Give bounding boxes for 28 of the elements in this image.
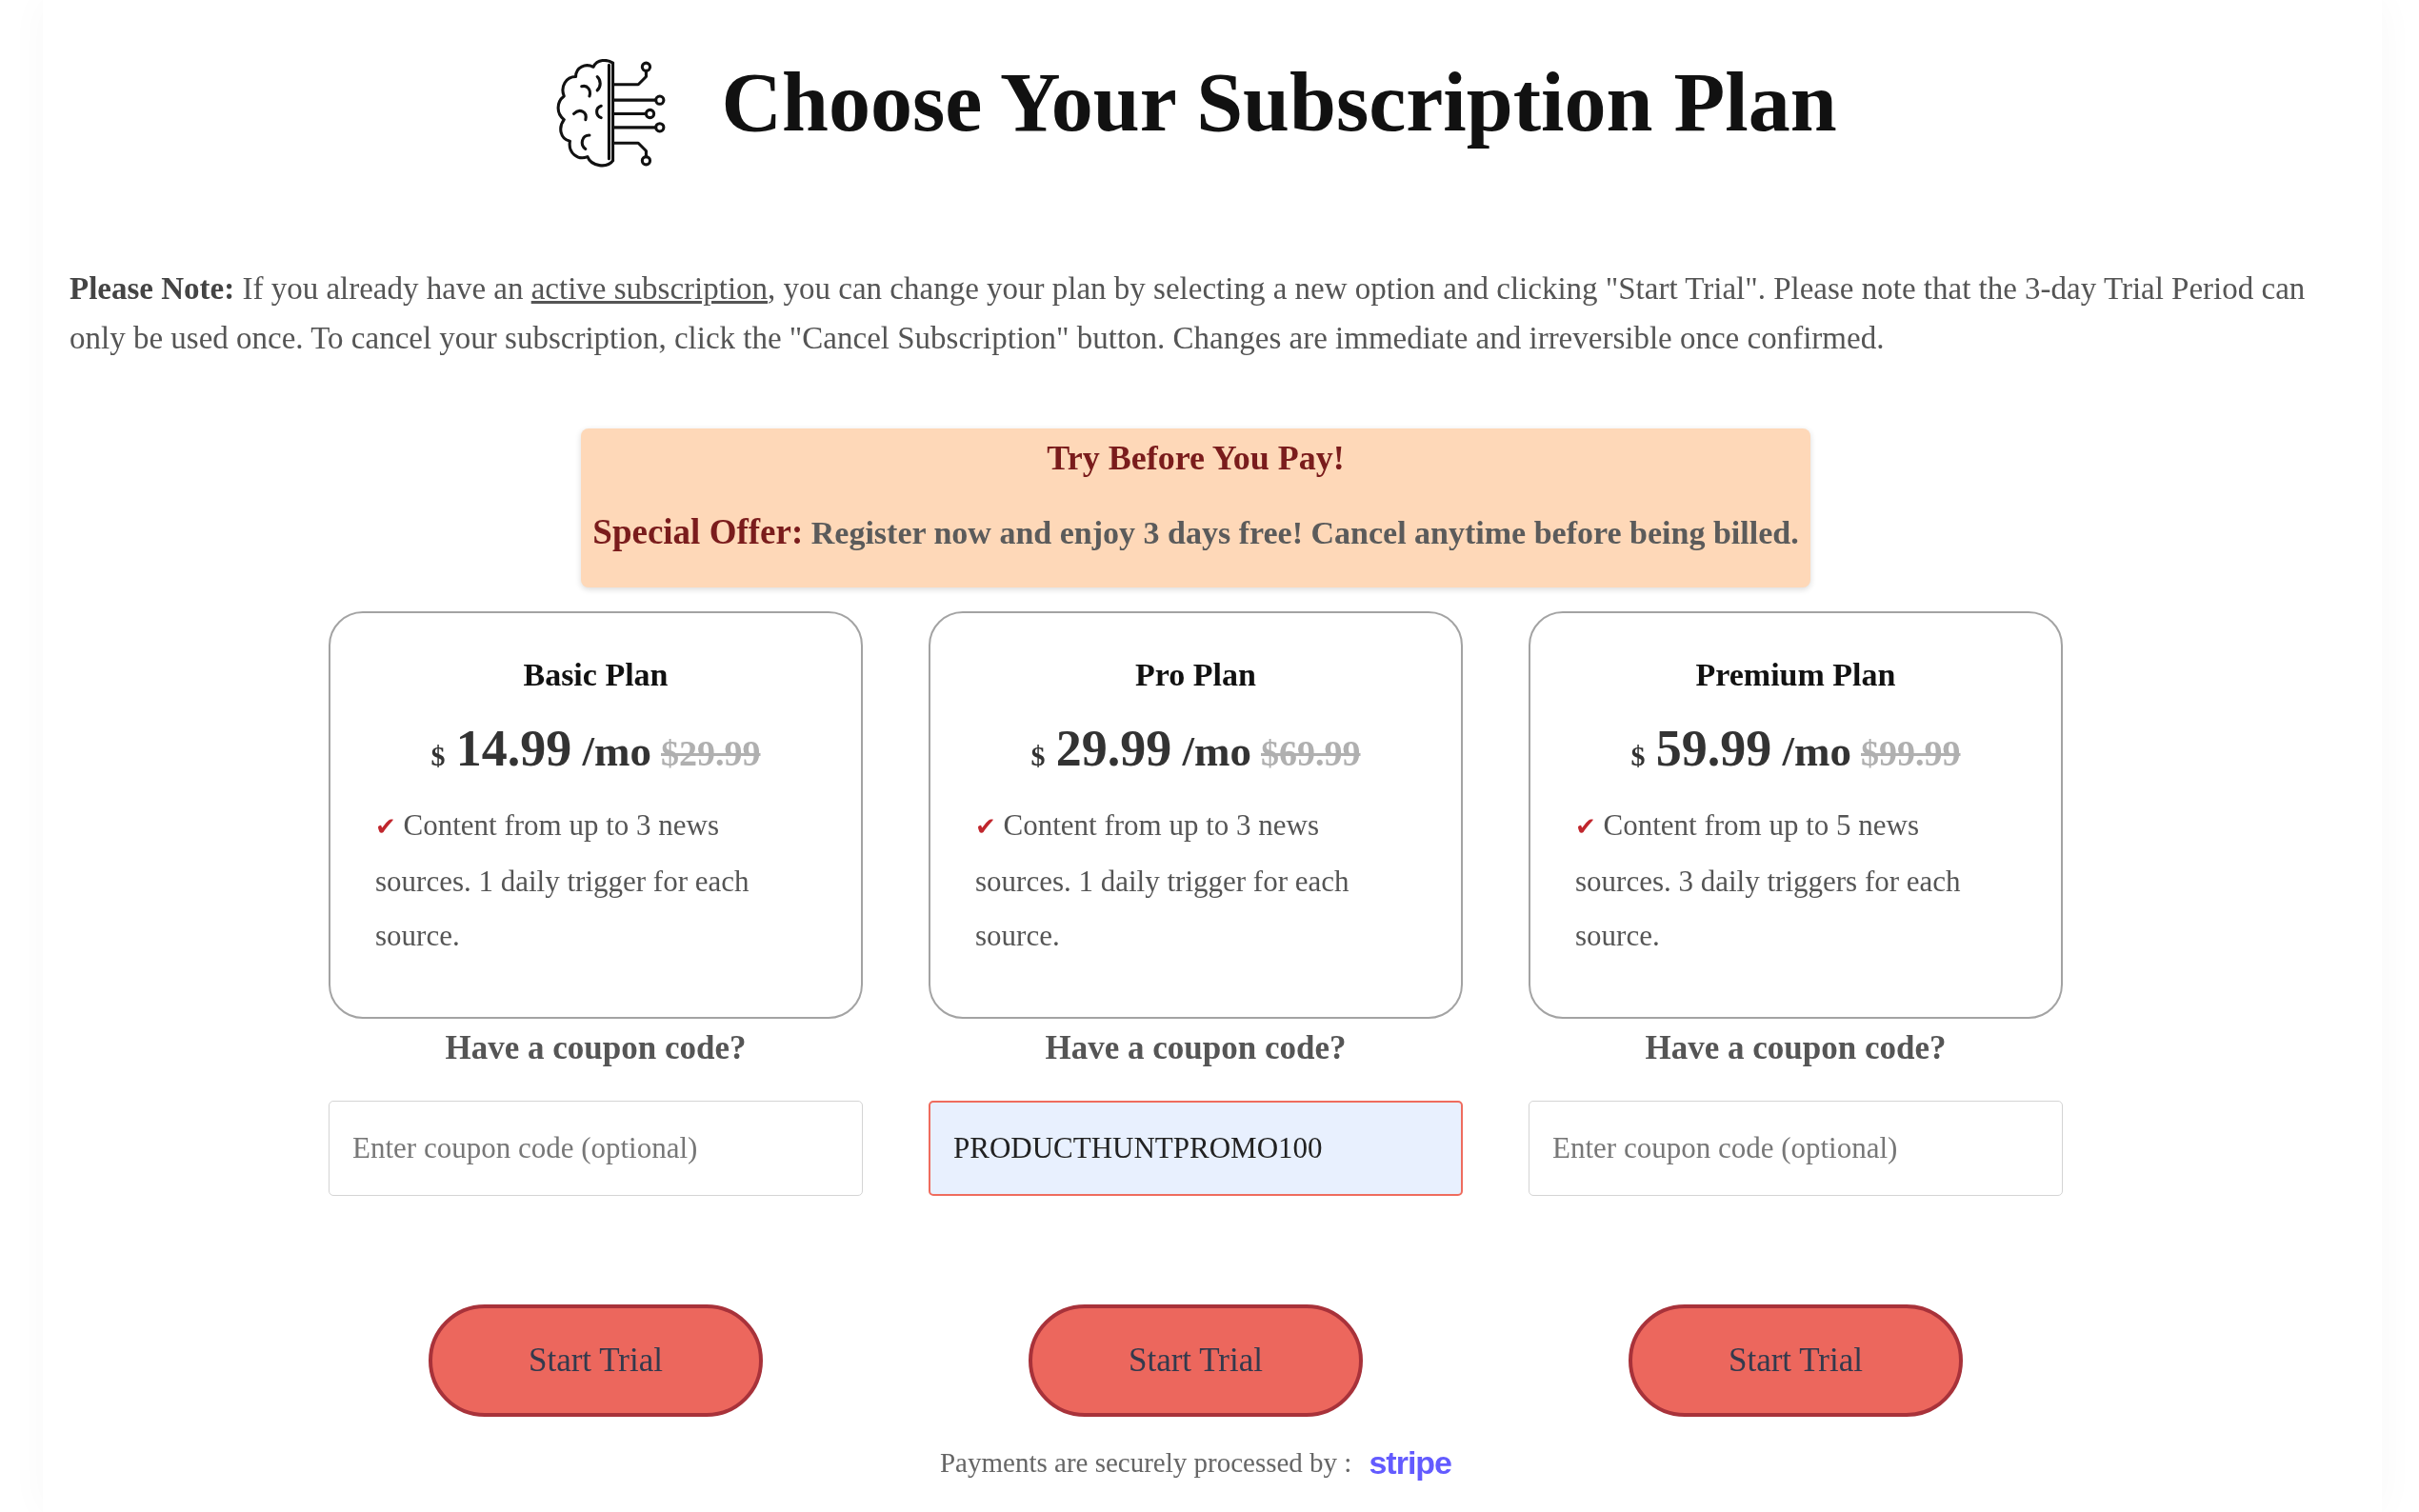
stripe-logo: stripe <box>1369 1443 1451 1482</box>
coupon-label: Have a coupon code? <box>445 1028 747 1068</box>
feature-text: ✔ Content from up to 3 news sources. 1 daily trigger for each source. <box>375 807 750 954</box>
price-text: $ 29.99 /mo <box>1030 719 1251 779</box>
coupon-label: Have a coupon code? <box>1645 1028 1947 1068</box>
subscription-link[interactable]: active subscription <box>530 271 769 306</box>
plan-name: Premium Plan <box>1694 656 1897 694</box>
plan-name: Pro Plan <box>1134 656 1257 694</box>
feature-text: ✔ Content from up to 3 news sources. 1 daily trigger for each source. <box>975 807 1350 954</box>
page-title: Choose Your Subscription Plan <box>721 55 1837 150</box>
start-trial-button[interactable]: Start Trial <box>1029 1304 1363 1417</box>
start-trial-button[interactable]: Start Trial <box>1629 1304 1963 1417</box>
coupon-label: Have a coupon code? <box>1045 1028 1347 1068</box>
price-text: $ 14.99 /mo <box>430 719 651 779</box>
coupon-input[interactable]: Enter coupon code (optional) <box>1529 1101 2063 1196</box>
payment-note: Payments are securely processed by : <box>940 1446 1352 1479</box>
offer-title: Try Before You Pay! <box>1046 438 1346 478</box>
feature-text: ✔ Content from up to 5 news sources. 3 daily triggers for each source. <box>1575 807 1962 954</box>
old-price: $99.99 <box>1861 732 1961 775</box>
note-text: Please Note: If you already have an active subscription, you can change your plan by selecting a new option and clicking "Start Trial". Please note that the 3-day Trial Period can only be used once. To cancel your subscription, click the "Cancel Subscription" button. Changes are immediate and irreversible once confirmed. <box>70 270 2307 357</box>
old-price: $29.99 <box>661 732 761 775</box>
price-text: $ 59.99 /mo <box>1630 719 1851 779</box>
old-price: $69.99 <box>1261 732 1361 775</box>
plan-name: Basic Plan <box>522 656 670 694</box>
coupon-input[interactable]: PRODUCTHUNTPROMO100 <box>929 1101 1463 1196</box>
coupon-input[interactable]: Enter coupon code (optional) <box>329 1101 863 1196</box>
start-trial-button[interactable]: Start Trial <box>429 1304 763 1417</box>
offer-text: Special Offer: Register now and enjoy 3 days free! Cancel anytime before being billed. <box>591 511 1800 553</box>
